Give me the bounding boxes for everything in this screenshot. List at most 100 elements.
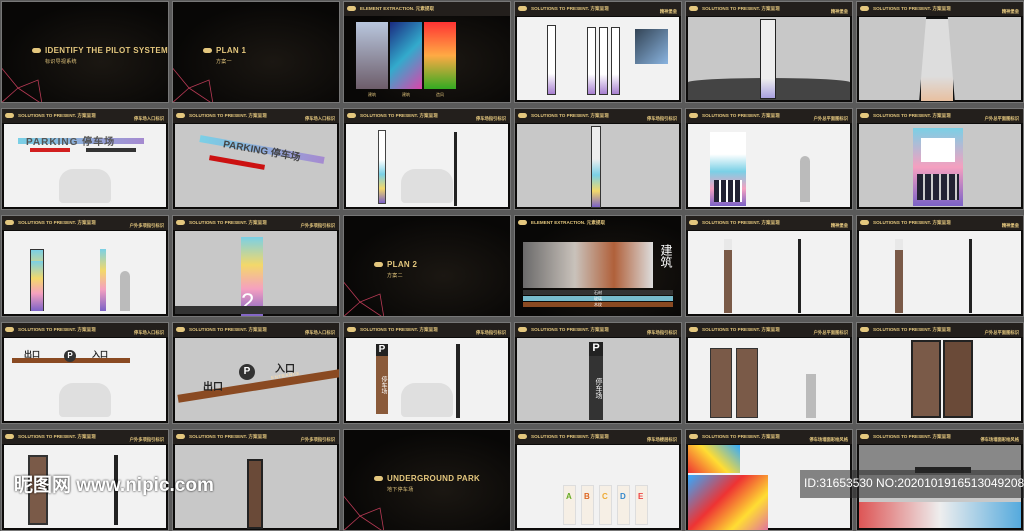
pill-icon	[860, 434, 869, 440]
slide-thumbnail[interactable]: SOLUTIONS TO PRESENT. 方案呈现 精神堡垒	[685, 1, 853, 103]
material-bar: 木纹	[523, 302, 673, 307]
header-section-label: 停车场指引标识	[646, 330, 677, 335]
slide-body	[859, 17, 1021, 102]
header-sub: 方案呈现	[248, 327, 267, 332]
header-sub: 方案呈现	[248, 434, 267, 439]
slide-thumbnail[interactable]: PLAN 1 方案一	[172, 1, 340, 103]
panel-grid	[714, 180, 742, 202]
slide-thumbnail[interactable]: SOLUTIONS TO PRESENT. 方案呈现 户外总平面图标识	[856, 322, 1024, 424]
slide-thumbnail[interactable]: SOLUTIONS TO PRESENT. 方案呈现 停车场指引标识	[343, 108, 511, 210]
slide-thumbnail[interactable]: SOLUTIONS TO PRESENT. 方案呈现 停车场入口标识 出口 P 入口 EN…	[172, 322, 340, 424]
slide-thumbnail[interactable]: SOLUTIONS TO PRESENT. 方案呈现 精神堡垒	[514, 1, 682, 103]
photo-caption: 建筑	[402, 92, 410, 97]
slide-body: PARKING 停车场	[4, 124, 166, 207]
header-section-label: 户外总平面图标识	[984, 330, 1019, 335]
header-section-label: 户外总平面图标识	[813, 116, 848, 121]
header-sub: 方案呈现	[248, 113, 267, 118]
pole	[378, 130, 386, 204]
header-title: SOLUTIONS TO PRESENT.	[702, 327, 761, 332]
slide-thumbnail[interactable]: SOLUTIONS TO PRESENT. 方案呈现 停车场指引标识	[514, 108, 682, 210]
pill-icon	[518, 327, 527, 333]
slide-thumbnail[interactable]: PLAN 2 方案二	[343, 215, 511, 317]
slide-thumbnail[interactable]: SOLUTIONS TO PRESENT. 方案呈现 户外多项指引标识	[1, 215, 169, 317]
pole	[895, 239, 903, 313]
header-title: SOLUTIONS TO PRESENT.	[702, 113, 761, 118]
floor-letter-card: D	[617, 485, 630, 525]
title-text: IDENTIFY THE PILOT SYSTEM.	[45, 46, 169, 55]
tower	[760, 19, 776, 99]
slide-thumbnail[interactable]: SOLUTIONS TO PRESENT. 方案呈现 户外总平面图标识	[685, 108, 853, 210]
floor-letter-card: E	[635, 485, 648, 525]
header-title: SOLUTIONS TO PRESENT.	[18, 327, 77, 332]
wall	[859, 502, 1021, 528]
pole-side	[454, 132, 457, 206]
slide-thumbnail[interactable]: SOLUTIONS TO PRESENT. 方案呈现 停车场入口标识 PARKING…	[172, 108, 340, 210]
header-sub: 方案呈现	[761, 327, 780, 332]
slide-header: SOLUTIONS TO PRESENT. 方案呈现 精神堡垒	[686, 216, 852, 230]
slide-title: PLAN 2 方案二	[374, 260, 417, 279]
header-section-label: 停车场楼层标识	[646, 437, 677, 442]
slide-body: P 停车场	[346, 338, 508, 421]
slide-header: SOLUTIONS TO PRESENT. 方案呈现 停车场墙面彩绘风格	[686, 430, 852, 444]
slide-body: 出口 P 入口 ENTRANCE	[175, 338, 339, 421]
slide-thumbnail[interactable]: SOLUTIONS TO PRESENT. 方案呈现 停车场指引标识 P 停车场	[343, 322, 511, 424]
pill-icon	[689, 113, 698, 119]
header-sub: 方案呈现	[761, 220, 780, 225]
slide-thumbnail[interactable]: ELEMENT EXTRACTION. 元素提取 建筑 石材 玻璃 木纹	[514, 215, 682, 317]
pole-side	[969, 239, 972, 313]
slide-thumbnail[interactable]: SOLUTIONS TO PRESENT. 方案呈现 户外多项指引标识 2	[172, 215, 340, 317]
slide-thumbnail[interactable]: SOLUTIONS TO PRESENT. 方案呈现 停车场入口标识 出口 P 入口	[1, 322, 169, 424]
header-title: SOLUTIONS TO PRESENT.	[189, 220, 248, 225]
pill-icon	[347, 113, 356, 119]
person	[120, 271, 130, 311]
slide-thumbnail[interactable]: SOLUTIONS TO PRESENT. 方案呈现 精神堡垒	[856, 1, 1024, 103]
header-title: SOLUTIONS TO PRESENT.	[702, 434, 761, 439]
slide-thumbnail[interactable]: SOLUTIONS TO PRESENT. 方案呈现 停车场楼层标识 A B C D E	[514, 429, 682, 531]
slide-thumbnail[interactable]: SOLUTIONS TO PRESENT. 方案呈现 精神堡垒	[685, 215, 853, 317]
entry-text: 入口	[92, 350, 108, 359]
door	[247, 459, 263, 529]
slide-header: SOLUTIONS TO PRESENT. 方案呈现 停车场指引标识	[344, 109, 510, 123]
header-sub: 方案呈现	[590, 434, 609, 439]
slide-header: SOLUTIONS TO PRESENT. 方案呈现 户外总平面图标识	[686, 109, 852, 123]
pill-icon	[689, 6, 698, 12]
panel	[710, 348, 732, 418]
pill-icon	[176, 113, 185, 119]
slide-header: SOLUTIONS TO PRESENT. 方案呈现 户外总平面图标识	[857, 323, 1023, 337]
slide-thumbnail[interactable]: SOLUTIONS TO PRESENT. 方案呈现 户外总平面图标识	[685, 322, 853, 424]
header-sub: 元素提取	[586, 220, 606, 225]
header-title: SOLUTIONS TO PRESENT.	[702, 220, 761, 225]
reference-photo	[523, 242, 653, 288]
header-sub: 方案呈现	[77, 327, 96, 332]
slide-thumbnail[interactable]: ELEMENT EXTRACTION. 元素提取 建筑 建筑 造风	[343, 1, 511, 103]
pole-side	[798, 239, 801, 313]
pill-icon	[176, 434, 185, 440]
header-section-label: 停车场墙面彩绘风格	[809, 437, 848, 442]
header-sub: 方案呈现	[932, 113, 951, 118]
pill-icon	[347, 327, 356, 333]
slide-thumbnail[interactable]: IDENTIFY THE PILOT SYSTEM. 标识导视系统	[1, 1, 169, 103]
pill-icon	[374, 476, 383, 482]
reference-photo	[356, 22, 388, 89]
slide-thumbnail[interactable]: UNDERGROUND PARK 地下停车场	[343, 429, 511, 531]
header-title: SOLUTIONS TO PRESENT.	[873, 113, 932, 118]
title-text: UNDERGROUND PARK	[387, 474, 481, 483]
title-text: PLAN 1	[216, 46, 247, 55]
header-sub: 方案呈现	[77, 220, 96, 225]
slide-body: 出口 P 入口	[4, 338, 166, 421]
header-title: SOLUTIONS TO PRESENT.	[531, 327, 590, 332]
header-title: SOLUTIONS TO PRESENT.	[873, 434, 932, 439]
pill-icon	[518, 6, 527, 12]
header-section-label: 停车场入口标识	[304, 330, 335, 335]
header-section-label: 停车场入口标识	[133, 116, 164, 121]
pill-icon	[5, 434, 14, 440]
pole-text: 停车场	[589, 356, 603, 420]
slide-thumbnail[interactable]: SOLUTIONS TO PRESENT. 方案呈现 精神堡垒	[856, 215, 1024, 317]
slide-header: SOLUTIONS TO PRESENT. 方案呈现 精神堡垒	[857, 216, 1023, 230]
slide-body	[859, 231, 1021, 314]
slide-thumbnail[interactable]: SOLUTIONS TO PRESENT. 方案呈现 户外总平面图标识	[856, 108, 1024, 210]
header-title: SOLUTIONS TO PRESENT.	[873, 327, 932, 332]
slide-thumbnail[interactable]: SOLUTIONS TO PRESENT. 方案呈现 停车场入口标识 PARKING…	[1, 108, 169, 210]
floor-letter-card: C	[599, 485, 612, 525]
slide-thumbnail[interactable]: SOLUTIONS TO PRESENT. 方案呈现 停车场指引标识 P 停车场	[514, 322, 682, 424]
